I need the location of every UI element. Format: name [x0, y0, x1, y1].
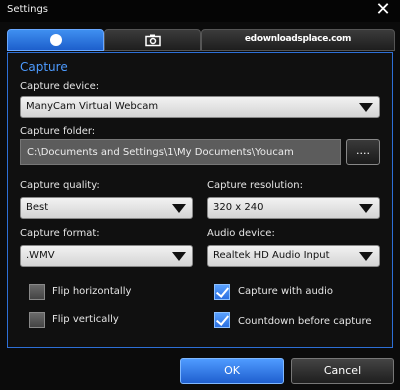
capture-folder-field[interactable] — [20, 139, 341, 165]
capture-resolution-dropdown[interactable]: 320 x 240 — [207, 197, 380, 219]
flip-vertically-label: Flip vertically — [52, 314, 119, 325]
capture-device-label: Capture device: — [20, 81, 100, 92]
capture-format-dropdown[interactable]: .WMV — [20, 245, 193, 267]
capture-quality-dropdown[interactable]: Best — [20, 197, 193, 219]
audio-device-value: Realtek HD Audio Input — [213, 250, 330, 261]
flip-vertically-checkbox[interactable] — [29, 312, 45, 328]
camera-icon — [144, 34, 161, 47]
check-icon — [215, 312, 230, 326]
section-title: Capture — [20, 60, 68, 74]
browse-folder-button[interactable]: .... — [346, 139, 380, 165]
chevron-down-icon — [172, 252, 186, 261]
capture-with-audio-checkbox[interactable] — [214, 284, 230, 300]
flip-horizontally-label: Flip horizontally — [52, 286, 132, 297]
chevron-down-icon — [359, 252, 373, 261]
capture-with-audio-label: Capture with audio — [238, 286, 334, 297]
capture-quality-label: Capture quality: — [20, 180, 100, 191]
chevron-down-icon — [172, 204, 186, 213]
tab-camera[interactable] — [104, 29, 201, 51]
chevron-down-icon — [359, 103, 373, 112]
record-icon — [49, 34, 62, 46]
tab-video[interactable]: edownloadsplace.com — [201, 29, 395, 51]
check-icon — [215, 284, 230, 298]
title-bar: Settings ✕ — [0, 0, 400, 22]
countdown-checkbox[interactable] — [214, 312, 230, 328]
capture-quality-value: Best — [26, 202, 49, 213]
capture-format-label: Capture format: — [20, 228, 100, 239]
cancel-button[interactable]: Cancel — [291, 358, 394, 384]
tab-watermark-text: edownloadsplace.com — [244, 34, 352, 44]
capture-device-value: ManyCam Virtual Webcam — [26, 101, 159, 112]
tab-record[interactable] — [7, 29, 104, 51]
capture-resolution-label: Capture resolution: — [207, 180, 303, 191]
flip-horizontally-checkbox[interactable] — [29, 284, 45, 300]
ok-button[interactable]: OK — [180, 358, 284, 384]
capture-format-value: .WMV — [26, 250, 55, 261]
countdown-label: Countdown before capture — [238, 316, 372, 327]
audio-device-label: Audio device: — [207, 228, 275, 239]
window-title: Settings — [7, 4, 49, 15]
capture-resolution-value: 320 x 240 — [213, 202, 264, 213]
capture-folder-label: Capture folder: — [20, 126, 96, 137]
tab-bar: edownloadsplace.com — [7, 28, 395, 52]
audio-device-dropdown[interactable]: Realtek HD Audio Input — [207, 245, 380, 267]
capture-device-dropdown[interactable]: ManyCam Virtual Webcam — [20, 96, 380, 118]
chevron-down-icon — [359, 204, 373, 213]
close-icon[interactable]: ✕ — [374, 1, 392, 19]
